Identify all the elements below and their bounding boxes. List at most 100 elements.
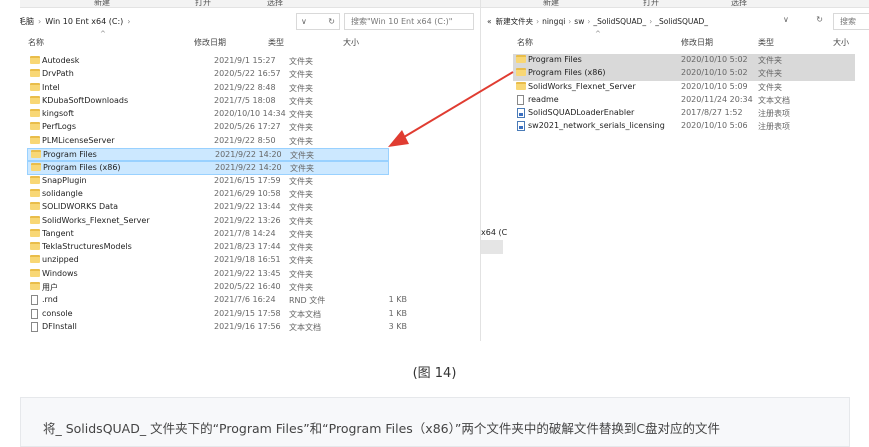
list-item[interactable]: sw2021_network_serials_licensing 2020/10/… <box>513 120 855 133</box>
list-item[interactable]: Program Files 2021/9/22 14:20 文件夹 <box>27 148 389 162</box>
folder-icon <box>30 215 40 224</box>
right-ribbon-open[interactable]: 打开 <box>643 0 659 8</box>
item-date: 2020/10/10 5:02 <box>681 55 748 64</box>
left-ribbon-select[interactable]: 选择 <box>267 0 283 8</box>
header-size[interactable]: 大小 <box>343 37 359 48</box>
list-item[interactable]: SolidSQUADLoaderEnabler 2017/8/27 1:52 注册表… <box>513 107 855 120</box>
item-type: 文件夹 <box>289 229 313 239</box>
right-search-input[interactable]: 搜索 <box>833 13 869 30</box>
file-icon <box>31 295 38 306</box>
folder-icon <box>30 95 40 104</box>
item-name: Intel <box>42 82 60 92</box>
right-ribbon-new[interactable]: 新建 <box>543 0 559 8</box>
left-address-bar[interactable]: 毛脑 › Win 10 Ent x64 (C:) › <box>20 13 130 30</box>
breadcrumb-drive[interactable]: Win 10 Ent x64 (C:) <box>45 17 123 26</box>
item-name: .rnd <box>42 295 58 305</box>
folder-icon <box>30 228 40 237</box>
header-type[interactable]: 类型 <box>268 37 284 48</box>
folder-icon <box>516 55 526 63</box>
list-item[interactable]: kingsoft 2020/10/10 14:34 文件夹 <box>27 108 389 121</box>
item-date: 2020/10/10 5:06 <box>681 121 748 131</box>
list-item[interactable]: TeklaStructuresModels 2021/8/23 17:44 文件夹 <box>27 241 389 254</box>
item-type: 文件夹 <box>758 69 782 79</box>
item-type: RND 文件 <box>289 296 326 306</box>
instruction-note: 将_ SolidsQUAD_ 文件夹下的“Program Files”和“Pro… <box>20 397 850 447</box>
item-name: kingsoft <box>42 109 74 119</box>
item-name: DrvPath <box>42 69 74 79</box>
left-ribbon-open[interactable]: 打开 <box>195 0 211 8</box>
breadcrumb-pc[interactable]: 毛脑 <box>20 16 34 27</box>
breadcrumb-sw[interactable]: sw <box>574 17 584 26</box>
list-item[interactable]: PLMLicenseServer 2021/9/22 8:50 文件夹 <box>27 135 389 148</box>
item-type: 文本文档 <box>758 95 790 105</box>
item-name: SOLIDWORKS Data <box>42 202 119 212</box>
breadcrumb-new-folder[interactable]: 新建文件夹 <box>496 16 534 27</box>
right-ribbon-select[interactable]: 选择 <box>731 0 747 8</box>
list-item[interactable]: .rnd 2021/7/6 16:24 RND 文件 1 KB <box>27 294 407 307</box>
item-date: 2021/9/1 15:27 <box>214 56 276 65</box>
item-name: SolidWorks_Flexnet_Server <box>528 81 636 91</box>
item-date: 2021/9/22 14:20 <box>215 163 282 173</box>
list-item[interactable]: readme 2020/11/24 20:34 文本文档 <box>513 94 855 107</box>
breadcrumb-ningqi[interactable]: ningqi <box>542 17 565 26</box>
refresh-icon[interactable]: ↻ <box>328 17 335 26</box>
list-item[interactable]: SOLIDWORKS Data 2021/9/22 13:44 文件夹 <box>27 201 389 214</box>
folder-icon <box>30 175 40 184</box>
left-address-controls: ∨ ↻ <box>296 13 340 30</box>
breadcrumb-solidsquad-1[interactable]: _SolidSQUAD_ <box>593 17 646 26</box>
list-item[interactable]: unzipped 2021/9/18 16:51 文件夹 <box>27 254 389 267</box>
list-item[interactable]: 用户 2020/5/22 16:40 文件夹 <box>27 281 389 294</box>
folder-icon <box>31 150 41 159</box>
list-item[interactable]: SnapPlugin 2021/6/15 17:59 文件夹 <box>27 175 389 188</box>
list-item[interactable]: KDubaSoftDownloads 2021/7/5 18:08 文件夹 <box>27 95 389 108</box>
list-item[interactable]: Windows 2021/9/22 13:45 文件夹 <box>27 268 389 281</box>
item-name: SolidWorks_Flexnet_Server <box>42 215 150 225</box>
item-name: PerfLogs <box>42 122 77 132</box>
item-name: Program Files <box>43 150 97 160</box>
item-name: TeklaStructuresModels <box>42 242 132 252</box>
item-size: 3 KB <box>388 321 407 331</box>
list-item[interactable]: DFInstall 2021/9/16 17:56 文本文档 3 KB <box>27 321 407 334</box>
header-name[interactable]: 名称 <box>517 37 533 48</box>
list-item[interactable]: SolidWorks_Flexnet_Server 2021/9/22 13:26… <box>27 215 389 228</box>
breadcrumb-overflow[interactable]: « <box>487 17 492 26</box>
right-explorer-window: 新建 打开 选择 « 新建文件夹 › ningqi › sw › _SolidS… <box>480 0 869 341</box>
address-dropdown-icon[interactable]: ∨ <box>301 17 307 26</box>
refresh-icon[interactable]: ↻ <box>816 15 823 24</box>
folder-icon <box>516 68 526 77</box>
list-item[interactable]: Intel 2021/9/22 8:48 文件夹 <box>27 82 389 95</box>
folder-icon <box>30 202 40 211</box>
item-date: 2021/9/16 17:56 <box>214 321 281 331</box>
list-item[interactable]: Tangent 2021/7/8 14:24 文件夹 <box>27 228 389 241</box>
item-type: 文件夹 <box>289 269 313 279</box>
right-search-placeholder: 搜索 <box>840 17 856 26</box>
breadcrumb-solidsquad-2[interactable]: _SolidSQUAD_ <box>655 17 708 26</box>
list-item[interactable]: PerfLogs 2020/5/26 17:27 文件夹 <box>27 121 389 134</box>
list-item[interactable]: Program Files 2020/10/10 5:02 文件夹 <box>513 54 855 68</box>
header-name[interactable]: 名称 <box>28 37 44 48</box>
left-ribbon-strip: 新建 打开 选择 <box>20 0 480 8</box>
list-item[interactable]: Autodesk 2021/9/1 15:27 文件夹 <box>27 55 389 68</box>
header-type[interactable]: 类型 <box>758 37 774 48</box>
list-item[interactable]: Program Files (x86) 2021/9/22 14:20 文件夹 <box>27 161 389 175</box>
header-size[interactable]: 大小 <box>833 37 849 48</box>
list-item[interactable]: DrvPath 2020/5/22 16:57 文件夹 <box>27 68 389 81</box>
header-date[interactable]: 修改日期 <box>194 37 226 48</box>
left-ribbon-new[interactable]: 新建 <box>94 0 110 8</box>
list-item[interactable]: SolidWorks_Flexnet_Server 2020/10/10 5:09… <box>513 81 855 94</box>
item-date: 2021/9/22 13:26 <box>214 215 281 225</box>
list-item[interactable]: console 2021/9/15 17:58 文本文档 1 KB <box>27 308 407 321</box>
registry-file-icon <box>517 121 525 132</box>
address-dropdown-icon[interactable]: ∨ <box>783 15 789 24</box>
breadcrumb-chevron-icon[interactable]: › <box>127 17 130 26</box>
left-file-list: Autodesk 2021/9/1 15:27 文件夹 DrvPath 2020/5/2… <box>27 55 407 334</box>
header-date[interactable]: 修改日期 <box>681 37 713 48</box>
list-item[interactable]: Program Files (x86) 2020/10/10 5:02 文件夹 <box>513 67 855 81</box>
item-name: readme <box>528 94 559 104</box>
right-address-bar[interactable]: « 新建文件夹 › ningqi › sw › _SolidSQUAD_ › _… <box>487 13 708 30</box>
item-date: 2020/5/26 17:27 <box>214 122 281 132</box>
left-search-input[interactable]: 搜索"Win 10 Ent x64 (C:)" <box>344 13 474 30</box>
breadcrumb-separator-icon: › <box>38 17 42 26</box>
list-item[interactable]: solidangle 2021/6/29 10:58 文件夹 <box>27 188 389 201</box>
item-date: 2021/7/8 14:24 <box>214 228 276 238</box>
